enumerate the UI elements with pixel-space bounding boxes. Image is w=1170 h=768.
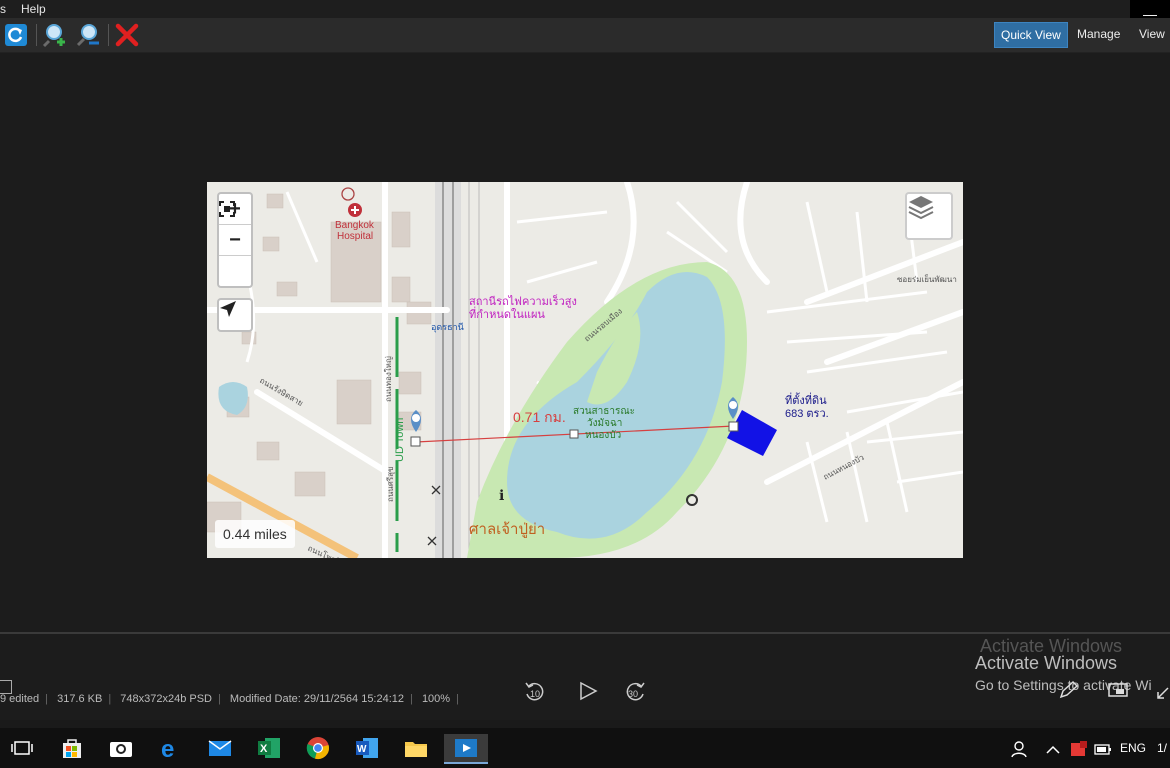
map-image: Bangkok Hospital สถานีรถไฟความเร็วสูง ที… — [207, 182, 963, 558]
mail-icon[interactable] — [204, 734, 236, 762]
svg-text:e: e — [161, 736, 174, 760]
toolbar: Quick View Manage View — [0, 18, 1170, 53]
svg-text:วังมัจฉา: วังมัจฉา — [587, 418, 622, 429]
language-indicator[interactable]: ENG — [1120, 728, 1146, 768]
play-icon[interactable] — [576, 680, 600, 702]
excel-icon[interactable]: X — [253, 734, 285, 762]
tab-view[interactable]: View — [1133, 22, 1170, 46]
camera-icon[interactable] — [105, 734, 137, 762]
svg-text:Bangkok: Bangkok — [335, 220, 375, 231]
task-view-icon[interactable] — [6, 734, 38, 762]
layers-icon[interactable] — [905, 192, 953, 240]
svg-text:ที่ตั้งที่ดิน: ที่ตั้งที่ดิน — [785, 392, 827, 407]
clock-partial[interactable]: 1/ — [1157, 728, 1167, 768]
battery-icon[interactable] — [1094, 728, 1112, 768]
store-icon[interactable] — [56, 734, 88, 762]
svg-text:ถนนศรีสุข: ถนนศรีสุข — [386, 466, 395, 502]
status-size: 317.6 KB — [57, 693, 103, 705]
status-bar: 9 edited | 317.6 KB | 748x372x24b PSD | Mod… — [0, 693, 459, 705]
rewind-10-button[interactable]: 10 — [523, 680, 547, 702]
menu-item-help[interactable]: Help — [21, 2, 46, 16]
zoom-out-search-icon[interactable] — [74, 21, 102, 49]
map-zoom-out-button[interactable]: − — [219, 225, 251, 256]
people-icon[interactable] — [1010, 728, 1028, 768]
map-canvas: Bangkok Hospital สถานีรถไฟความเร็วสูง ที… — [207, 182, 963, 558]
taskbar: e X W ENG 1/ — [0, 728, 1170, 768]
status-edited: 9 edited — [0, 693, 40, 705]
edge-icon[interactable]: e — [155, 734, 187, 762]
toolbar-separator — [108, 24, 109, 46]
map-scale-label: 0.44 miles — [215, 520, 295, 548]
chrome-icon[interactable] — [302, 734, 334, 762]
panel-toggle-icon[interactable] — [0, 680, 12, 694]
forward-30-button[interactable]: 30 — [623, 680, 647, 702]
menu-bar: s Help — [0, 0, 1170, 18]
tab-manage[interactable]: Manage — [1071, 22, 1126, 46]
fullscreen-icon[interactable] — [219, 201, 251, 286]
locate-icon[interactable] — [217, 298, 253, 332]
zoom-in-search-icon[interactable] — [41, 21, 69, 49]
svg-text:หนองบัว: หนองบัว — [585, 430, 621, 441]
svg-text:W: W — [357, 744, 367, 755]
svg-text:ถนนทองใหญ่: ถนนทองใหญ่ — [384, 356, 393, 402]
svg-text:ถนนรังษิตสาย: ถนนรังษิตสาย — [258, 376, 305, 408]
word-icon[interactable]: W — [351, 734, 383, 762]
svg-text:30: 30 — [628, 689, 638, 699]
svg-text:X: X — [260, 743, 268, 755]
svg-text:683 ตรว.: 683 ตรว. — [785, 408, 829, 420]
map-zoom-control: + − — [217, 192, 253, 288]
svg-text:สวนสาธารณะ: สวนสาธารณะ — [573, 406, 635, 417]
svg-text:อุดรธานี: อุดรธานี — [431, 322, 464, 333]
svg-text:UD Town: UD Town — [394, 418, 406, 462]
edit-pencil-icon[interactable] — [1058, 680, 1080, 705]
svg-text:ถนนหนองบัว: ถนนหนองบัว — [822, 453, 866, 482]
svg-text:ℹ: ℹ — [499, 487, 504, 503]
close-red-x-icon[interactable] — [113, 21, 141, 49]
tab-quick-view[interactable]: Quick View — [994, 22, 1068, 48]
status-modified: Modified Date: 29/11/2564 15:24:12 — [229, 693, 405, 705]
svg-text:10: 10 — [530, 689, 540, 699]
svg-text:Hospital: Hospital — [337, 231, 373, 242]
expand-icon[interactable] — [1156, 680, 1170, 705]
status-zoom: 100% — [421, 693, 451, 705]
menu-item-file[interactable]: s — [0, 2, 6, 16]
refresh-icon[interactable] — [2, 21, 30, 49]
file-explorer-icon[interactable] — [400, 734, 432, 762]
slideshow-icon[interactable] — [1108, 682, 1130, 703]
photo-viewer-icon[interactable] — [444, 734, 488, 764]
activation-title: Activate Windows — [975, 653, 1118, 673]
svg-text:สถานีรถไฟความเร็วสูง: สถานีรถไฟความเร็วสูง — [469, 294, 577, 308]
status-dimensions: 748x372x24b PSD — [120, 693, 212, 705]
svg-text:ศาลเจ้าปู่ย่า: ศาลเจ้าปู่ย่า — [469, 521, 545, 538]
svg-text:ที่กำหนดในแผน: ที่กำหนดในแผน — [469, 306, 545, 321]
chevron-up-icon[interactable] — [1046, 728, 1060, 768]
notification-badge-icon[interactable] — [1070, 728, 1088, 768]
svg-text:ซอยร่มเย็นพัฒนา: ซอยร่มเย็นพัฒนา — [897, 274, 957, 284]
toolbar-separator — [36, 24, 37, 46]
svg-text:0.71 กม.: 0.71 กม. — [513, 409, 566, 425]
